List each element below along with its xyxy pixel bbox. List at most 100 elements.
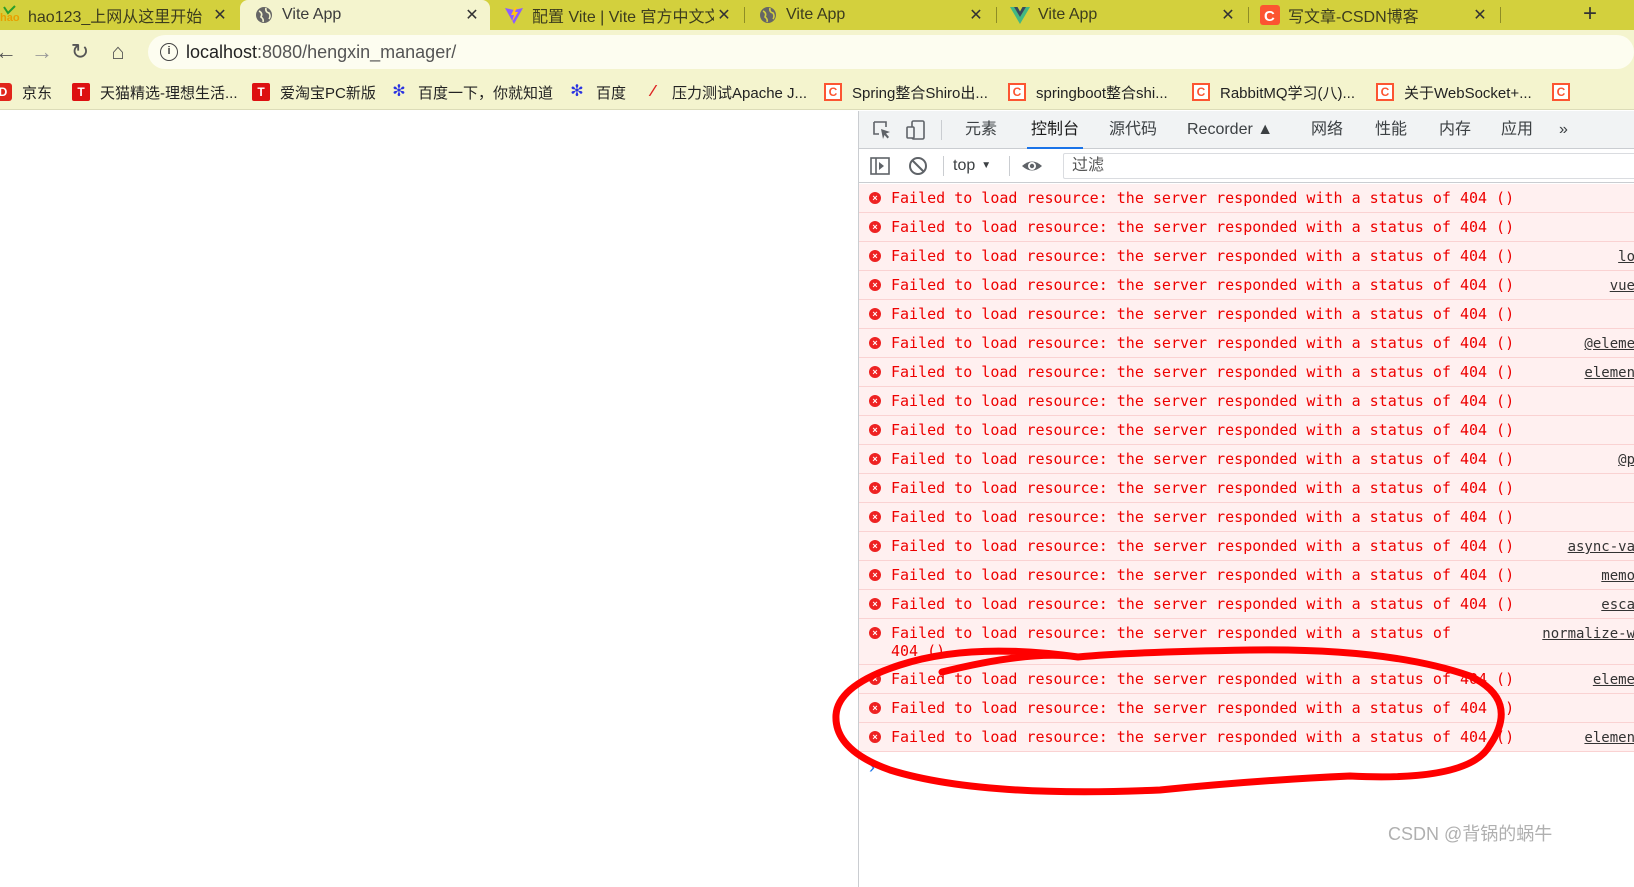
bookmark-springboot-shiro[interactable]: Cspringboot整合shi... [1008, 81, 1168, 103]
close-tab-icon[interactable]: ✕ [462, 5, 482, 25]
console-error-row[interactable]: × Failed to load resource: the server res… [859, 445, 1634, 474]
bookmark-tmall[interactable]: T 天猫精选-理想生活... [72, 81, 238, 103]
tab-sources[interactable]: 源代码 [1109, 111, 1157, 149]
error-icon: × [869, 308, 881, 320]
console-prompt[interactable]: › [859, 752, 1634, 782]
close-tab-icon[interactable]: ✕ [210, 5, 230, 25]
console-error-row[interactable]: × Failed to load resource: the server res… [859, 723, 1634, 752]
error-icon: × [869, 511, 881, 523]
console-error-row[interactable]: × Failed to load resource: the server res… [859, 242, 1634, 271]
source-link[interactable]: async-va [1568, 539, 1634, 555]
site-info-icon[interactable]: i [160, 43, 178, 61]
inspect-element-icon[interactable] [871, 119, 893, 141]
console-error-row[interactable]: × Failed to load resource: the server res… [859, 329, 1634, 358]
hao123-icon: hao [0, 5, 20, 24]
source-link[interactable]: elemen [1584, 365, 1634, 381]
error-message: Failed to load resource: the server resp… [891, 728, 1515, 746]
error-icon: × [869, 702, 881, 714]
tab-vite-app-active[interactable]: Vite App ✕ [240, 0, 490, 30]
sidebar-toggle-icon[interactable] [869, 155, 891, 177]
tab-csdn-write[interactable]: C 写文章-CSDN博客 ✕ [1252, 0, 1498, 30]
tab-performance[interactable]: 性能 [1375, 111, 1407, 149]
context-selector[interactable]: top ▼ [953, 155, 991, 177]
tab-vite-app-2[interactable]: Vite App ✕ [748, 0, 994, 30]
bookmark-csdn-overflow[interactable]: C [1552, 81, 1580, 103]
close-tab-icon[interactable]: ✕ [714, 5, 734, 25]
tab-application[interactable]: 应用 [1501, 111, 1533, 149]
close-tab-icon[interactable]: ✕ [966, 5, 986, 25]
error-icon: × [869, 673, 881, 685]
new-tab-button[interactable]: + [1570, 0, 1610, 30]
console-error-row[interactable]: × Failed to load resource: the server res… [859, 532, 1634, 561]
source-link[interactable]: memo [1601, 568, 1634, 584]
console-error-row[interactable]: × Failed to load resource: the server res… [859, 300, 1634, 329]
source-link[interactable]: @eleme [1584, 336, 1634, 352]
address-bar[interactable]: i localhost:8080/hengxin_manager/ [148, 35, 1634, 69]
bookmark-baidu-search[interactable]: ✻ 百度一下，你就知道 [390, 81, 553, 103]
tab-title: Vite App [1038, 6, 1098, 23]
source-link[interactable]: normalize-w [1542, 626, 1634, 642]
back-button[interactable]: ← [0, 38, 20, 66]
console-error-row[interactable]: × Failed to load resource: the server res… [859, 694, 1634, 723]
console-error-row[interactable]: × Failed to load resource: the server res… [859, 416, 1634, 445]
console-error-row[interactable]: × Failed to load resource: the server res… [859, 619, 1634, 665]
tab-memory[interactable]: 内存 [1439, 111, 1471, 149]
console-error-row[interactable]: × Failed to load resource: the server res… [859, 358, 1634, 387]
bookmark-label: 天猫精选-理想生活... [100, 84, 238, 102]
console-error-row[interactable]: × Failed to load resource: the server res… [859, 213, 1634, 242]
error-icon: × [869, 395, 881, 407]
tab-separator [744, 7, 745, 23]
tab-network[interactable]: 网络 [1311, 111, 1343, 149]
console-error-row[interactable]: × Failed to load resource: the server res… [859, 474, 1634, 503]
tab-vite-config[interactable]: 配置 Vite | Vite 官方中文文 ✕ [496, 0, 742, 30]
toolbar-divider [941, 120, 942, 140]
more-tabs-button[interactable]: » [1559, 111, 1568, 149]
source-link[interactable]: lo [1618, 249, 1634, 265]
error-message: Failed to load resource: the server resp… [891, 421, 1515, 439]
console-error-row[interactable]: × Failed to load resource: the server res… [859, 387, 1634, 416]
console-error-row[interactable]: × Failed to load resource: the server res… [859, 590, 1634, 619]
tab-hao123[interactable]: hao hao123_上网从这里开始 ✕ [0, 0, 238, 30]
tab-console[interactable]: 控制台 [1027, 111, 1084, 149]
console-error-row[interactable]: × Failed to load resource: the server res… [859, 561, 1634, 590]
globe-icon [256, 7, 272, 23]
filter-input[interactable] [1064, 154, 1634, 178]
filter-field[interactable] [1063, 153, 1634, 179]
console-error-row[interactable]: × Failed to load resource: the server res… [859, 665, 1634, 694]
source-link[interactable]: esca [1601, 597, 1634, 613]
home-button[interactable]: ⌂ [104, 38, 132, 66]
tab-recorder[interactable]: Recorder ▲ [1187, 111, 1273, 149]
bookmark-aitaobao[interactable]: T 爱淘宝PC新版 [252, 81, 376, 103]
console-error-row[interactable]: × Failed to load resource: the server res… [859, 184, 1634, 213]
tab-elements[interactable]: 元素 [965, 111, 997, 149]
error-icon: × [869, 731, 881, 743]
source-link[interactable]: elemen [1584, 730, 1634, 746]
source-link[interactable]: @p [1618, 452, 1634, 468]
reload-button[interactable]: ↻ [66, 38, 94, 66]
source-link[interactable]: vue [1610, 278, 1634, 294]
bookmark-websocket[interactable]: C 关于WebSocket+... [1376, 81, 1532, 103]
console-error-row[interactable]: × Failed to load resource: the server res… [859, 271, 1634, 300]
url-text[interactable]: localhost:8080/hengxin_manager/ [186, 42, 456, 63]
error-message: Failed to load resource: the server resp… [891, 218, 1515, 236]
close-tab-icon[interactable]: ✕ [1470, 5, 1490, 25]
bookmark-label: 关于WebSocket+... [1404, 84, 1532, 102]
csdn-icon: C [1376, 83, 1394, 101]
error-icon: × [869, 221, 881, 233]
close-tab-icon[interactable]: ✕ [1218, 5, 1238, 25]
error-icon: × [869, 569, 881, 581]
clear-console-icon[interactable] [907, 155, 929, 177]
bookmark-baidu[interactable]: ✻ 百度 [568, 81, 626, 103]
browser-toolbar: ← → ↻ ⌂ i localhost:8080/hengxin_manager… [0, 30, 1634, 74]
bookmark-rabbitmq[interactable]: C RabbitMQ学习(八)... [1192, 81, 1355, 103]
eye-icon[interactable] [1021, 155, 1043, 177]
bookmark-jd[interactable]: D 京东 [0, 81, 52, 103]
device-toolbar-icon[interactable] [905, 119, 927, 141]
bookmark-spring-shiro[interactable]: C Spring整合Shiro出... [824, 81, 988, 103]
bookmark-label: 京东 [22, 84, 53, 102]
tab-vite-app-3[interactable]: Vite App ✕ [1000, 0, 1246, 30]
console-error-row[interactable]: × Failed to load resource: the server res… [859, 503, 1634, 532]
forward-button[interactable]: → [28, 38, 56, 66]
bookmark-apache-jmeter[interactable]: ⁄ 压力测试Apache J... [644, 81, 807, 103]
source-link[interactable]: eleme [1593, 672, 1634, 688]
